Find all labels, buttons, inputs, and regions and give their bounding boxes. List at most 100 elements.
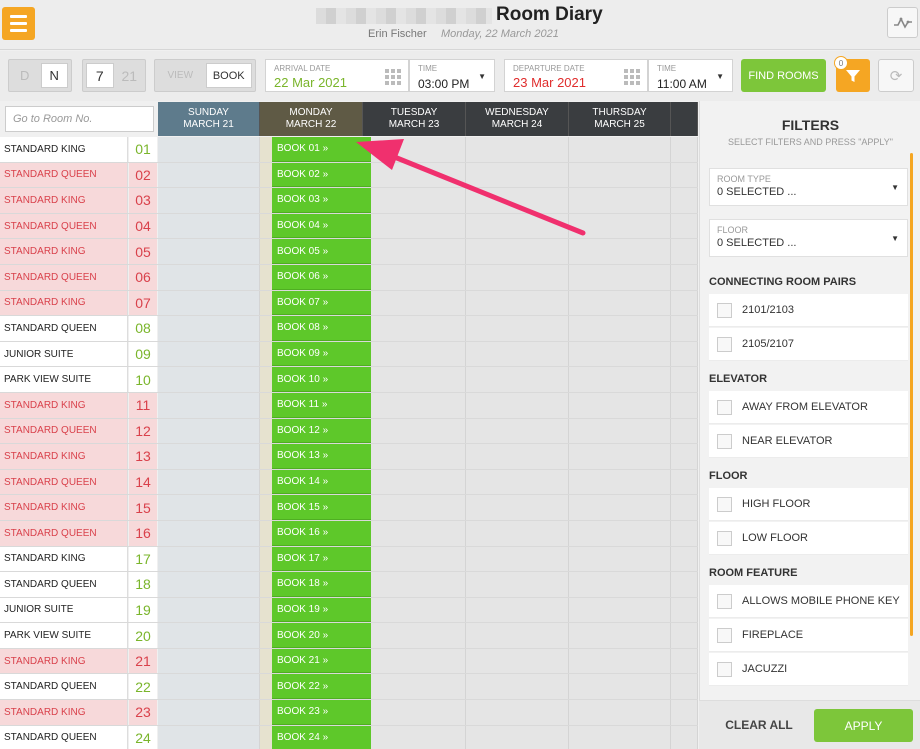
- diary-cell[interactable]: [363, 264, 466, 290]
- diary-cell[interactable]: [569, 418, 671, 444]
- room-number[interactable]: 22: [129, 674, 157, 700]
- diary-cell[interactable]: [671, 418, 698, 444]
- diary-cell[interactable]: [466, 546, 569, 572]
- book-room-button[interactable]: BOOK 19 »: [272, 597, 371, 623]
- diary-cell[interactable]: [569, 316, 671, 341]
- departure-date-field[interactable]: DEPARTURE DATE 23 Mar 2021: [504, 59, 648, 92]
- diary-cell[interactable]: [158, 239, 260, 264]
- diary-cell[interactable]: [363, 623, 466, 648]
- room-type[interactable]: JUNIOR SUITE: [0, 597, 128, 623]
- diary-cell[interactable]: [671, 264, 698, 290]
- diary-cell[interactable]: [158, 597, 260, 623]
- diary-cell[interactable]: [569, 469, 671, 495]
- clear-all-button[interactable]: CLEAR ALL: [719, 714, 799, 736]
- room-number[interactable]: 02: [129, 162, 157, 188]
- room-type[interactable]: STANDARD KING: [0, 239, 128, 264]
- diary-cell[interactable]: [671, 213, 698, 239]
- diary-cell[interactable]: [569, 725, 671, 749]
- room-type[interactable]: STANDARD KING: [0, 546, 128, 572]
- view-book-toggle[interactable]: VIEW BOOK: [154, 59, 256, 92]
- book-room-button[interactable]: BOOK 22 »: [272, 674, 371, 700]
- floor-select[interactable]: FLOOR 0 SELECTED ... ▼: [709, 219, 908, 257]
- diary-cell[interactable]: [569, 392, 671, 418]
- room-type[interactable]: STANDARD KING: [0, 188, 128, 213]
- diary-cell[interactable]: [671, 188, 698, 213]
- diary-cell[interactable]: [569, 264, 671, 290]
- diary-cell[interactable]: [466, 341, 569, 367]
- diary-cell[interactable]: [158, 546, 260, 572]
- diary-cell[interactable]: [466, 520, 569, 546]
- diary-cell[interactable]: [569, 137, 671, 162]
- diary-cell[interactable]: [363, 700, 466, 725]
- diary-cell[interactable]: [671, 290, 698, 316]
- diary-cell[interactable]: [158, 674, 260, 700]
- diary-cell[interactable]: [363, 341, 466, 367]
- filter-option[interactable]: NEAR ELEVATOR: [709, 425, 908, 458]
- diary-cell[interactable]: [569, 290, 671, 316]
- diary-cell[interactable]: [671, 674, 698, 700]
- diary-cell[interactable]: [466, 418, 569, 444]
- diary-cell[interactable]: [158, 341, 260, 367]
- diary-cell[interactable]: [671, 572, 698, 597]
- room-number[interactable]: 14: [129, 469, 157, 495]
- apply-button[interactable]: APPLY: [814, 709, 913, 742]
- diary-cell[interactable]: [671, 367, 698, 392]
- diary-cell[interactable]: [158, 700, 260, 725]
- book-room-button[interactable]: BOOK 15 »: [272, 495, 371, 520]
- calendar-grid-icon[interactable]: [385, 69, 401, 85]
- diary-cell[interactable]: [363, 469, 466, 495]
- diary-cell[interactable]: [671, 444, 698, 469]
- diary-cell[interactable]: [363, 648, 466, 674]
- room-number[interactable]: 12: [129, 418, 157, 444]
- diary-cell[interactable]: [363, 188, 466, 213]
- diary-cell[interactable]: [363, 367, 466, 392]
- diary-cell[interactable]: [569, 520, 671, 546]
- filter-option[interactable]: 2105/2107: [709, 328, 908, 361]
- book-room-button[interactable]: BOOK 10 »: [272, 367, 371, 392]
- diary-cell[interactable]: [363, 392, 466, 418]
- book-room-button[interactable]: BOOK 24 »: [272, 725, 371, 749]
- diary-cell[interactable]: [671, 316, 698, 341]
- diary-cell[interactable]: [569, 623, 671, 648]
- diary-cell[interactable]: [466, 495, 569, 520]
- book-room-button[interactable]: BOOK 01 »: [272, 137, 371, 162]
- checkbox[interactable]: [717, 594, 732, 609]
- range-toggle[interactable]: 7 21: [82, 59, 146, 92]
- arrival-time-field[interactable]: TIME 03:00 PM ▼: [409, 59, 495, 92]
- diary-cell[interactable]: [466, 725, 569, 749]
- diary-cell[interactable]: [158, 137, 260, 162]
- diary-cell[interactable]: [671, 546, 698, 572]
- diary-cell[interactable]: [363, 239, 466, 264]
- diary-cell[interactable]: [466, 469, 569, 495]
- filters-scrollbar[interactable]: [910, 153, 913, 636]
- diary-cell[interactable]: [671, 520, 698, 546]
- diary-cell[interactable]: [569, 188, 671, 213]
- day-header-monday[interactable]: MONDAY MARCH 22: [260, 102, 363, 136]
- diary-cell[interactable]: [466, 239, 569, 264]
- room-number[interactable]: 15: [129, 495, 157, 520]
- room-type[interactable]: PARK VIEW SUITE: [0, 623, 128, 648]
- book-room-button[interactable]: BOOK 04 »: [272, 213, 371, 239]
- checkbox[interactable]: [717, 628, 732, 643]
- range-7-option[interactable]: 7: [86, 63, 114, 88]
- room-number[interactable]: 03: [129, 188, 157, 213]
- diary-cell[interactable]: [158, 725, 260, 749]
- filter-option[interactable]: 2101/2103: [709, 294, 908, 327]
- book-room-button[interactable]: BOOK 20 »: [272, 623, 371, 648]
- diary-cell[interactable]: [569, 648, 671, 674]
- diary-cell[interactable]: [363, 674, 466, 700]
- diary-cell[interactable]: [569, 674, 671, 700]
- diary-cell[interactable]: [158, 392, 260, 418]
- book-room-button[interactable]: BOOK 23 »: [272, 700, 371, 725]
- checkbox[interactable]: [717, 497, 732, 512]
- diary-cell[interactable]: [671, 597, 698, 623]
- diary-cell[interactable]: [671, 137, 698, 162]
- diary-cell[interactable]: [363, 546, 466, 572]
- arrival-date-field[interactable]: ARRIVAL DATE 22 Mar 2021: [265, 59, 409, 92]
- range-21-option[interactable]: 21: [117, 63, 143, 88]
- room-number[interactable]: 23: [129, 700, 157, 725]
- book-room-button[interactable]: BOOK 16 »: [272, 520, 371, 546]
- diary-cell[interactable]: [569, 213, 671, 239]
- day-header-tuesday[interactable]: TUESDAY MARCH 23: [363, 102, 466, 136]
- room-search-input[interactable]: [5, 106, 154, 132]
